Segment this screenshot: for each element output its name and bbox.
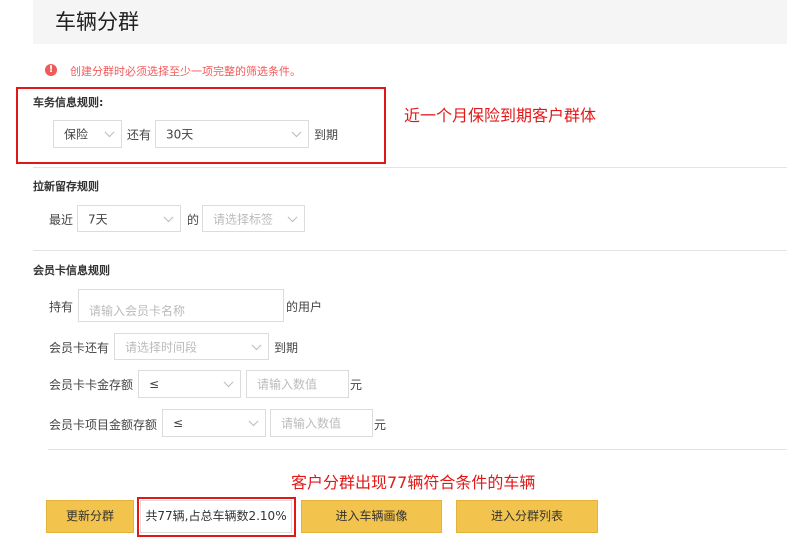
chevron-down-icon (248, 416, 259, 427)
retention-rule-title: 拉新留存规则 (33, 180, 99, 193)
vehicle-portrait-button[interactable]: 进入车辆画像 (301, 500, 442, 533)
chevron-down-icon (251, 339, 262, 350)
hold-label: 持有 (49, 300, 74, 314)
divider (33, 167, 787, 168)
update-segment-button[interactable]: 更新分群 (46, 500, 134, 533)
item-balance-unit: 元 (374, 418, 387, 432)
card-expire-label: 到期 (274, 341, 299, 355)
item-operator-select[interactable]: ≤ (162, 409, 266, 437)
divider (48, 449, 787, 450)
remaining-label: 会员卡还有 (49, 341, 110, 355)
balance-operator-select[interactable]: ≤ (138, 370, 241, 398)
balance-placeholder: 请输入数值 (257, 377, 318, 392)
vehicle-rule-annotation: 近一个月保险到期客户群体 (404, 106, 597, 125)
segment-list-button[interactable]: 进入分群列表 (456, 500, 598, 533)
time-period-select[interactable]: 请选择时间段 (114, 333, 269, 360)
users-label: 的用户 (286, 300, 323, 314)
balance-label: 会员卡卡金存额 (49, 378, 134, 392)
vehicle-rule-highlight (16, 87, 386, 164)
tag-select[interactable]: 请选择标签 (202, 205, 305, 232)
item-balance-label: 会员卡项目金额存额 (49, 418, 158, 432)
recent-label: 最近 (49, 213, 74, 227)
divider (33, 250, 787, 251)
page-header (33, 0, 787, 44)
item-balance-placeholder: 请输入数值 (281, 416, 342, 431)
balance-unit: 元 (350, 378, 363, 392)
result-highlight (137, 497, 296, 537)
chevron-down-icon (287, 211, 298, 222)
item-balance-input[interactable]: 请输入数值 (270, 409, 373, 437)
balance-operator-value: ≤ (149, 377, 160, 391)
chevron-down-icon (223, 377, 234, 388)
result-annotation: 客户分群出现77辆符合条件的车辆 (291, 473, 536, 492)
page-title: 车辆分群 (55, 10, 139, 34)
card-name-placeholder: 请输入会员卡名称 (89, 304, 186, 318)
card-name-input[interactable]: 请输入会员卡名称 (78, 289, 284, 322)
balance-input[interactable]: 请输入数值 (246, 370, 349, 398)
of-label: 的 (187, 213, 200, 227)
item-operator-value: ≤ (173, 416, 184, 430)
time-placeholder: 请选择时间段 (125, 340, 198, 354)
warning-text: 创建分群时必须选择至少一项完整的筛选条件。 (70, 65, 301, 78)
tag-placeholder: 请选择标签 (213, 212, 274, 226)
period-value: 7天 (88, 212, 108, 226)
card-rule-title: 会员卡信息规则 (33, 264, 110, 277)
alert-circle-icon: ! (45, 64, 57, 76)
chevron-down-icon (163, 211, 174, 222)
period-select[interactable]: 7天 (77, 205, 181, 232)
